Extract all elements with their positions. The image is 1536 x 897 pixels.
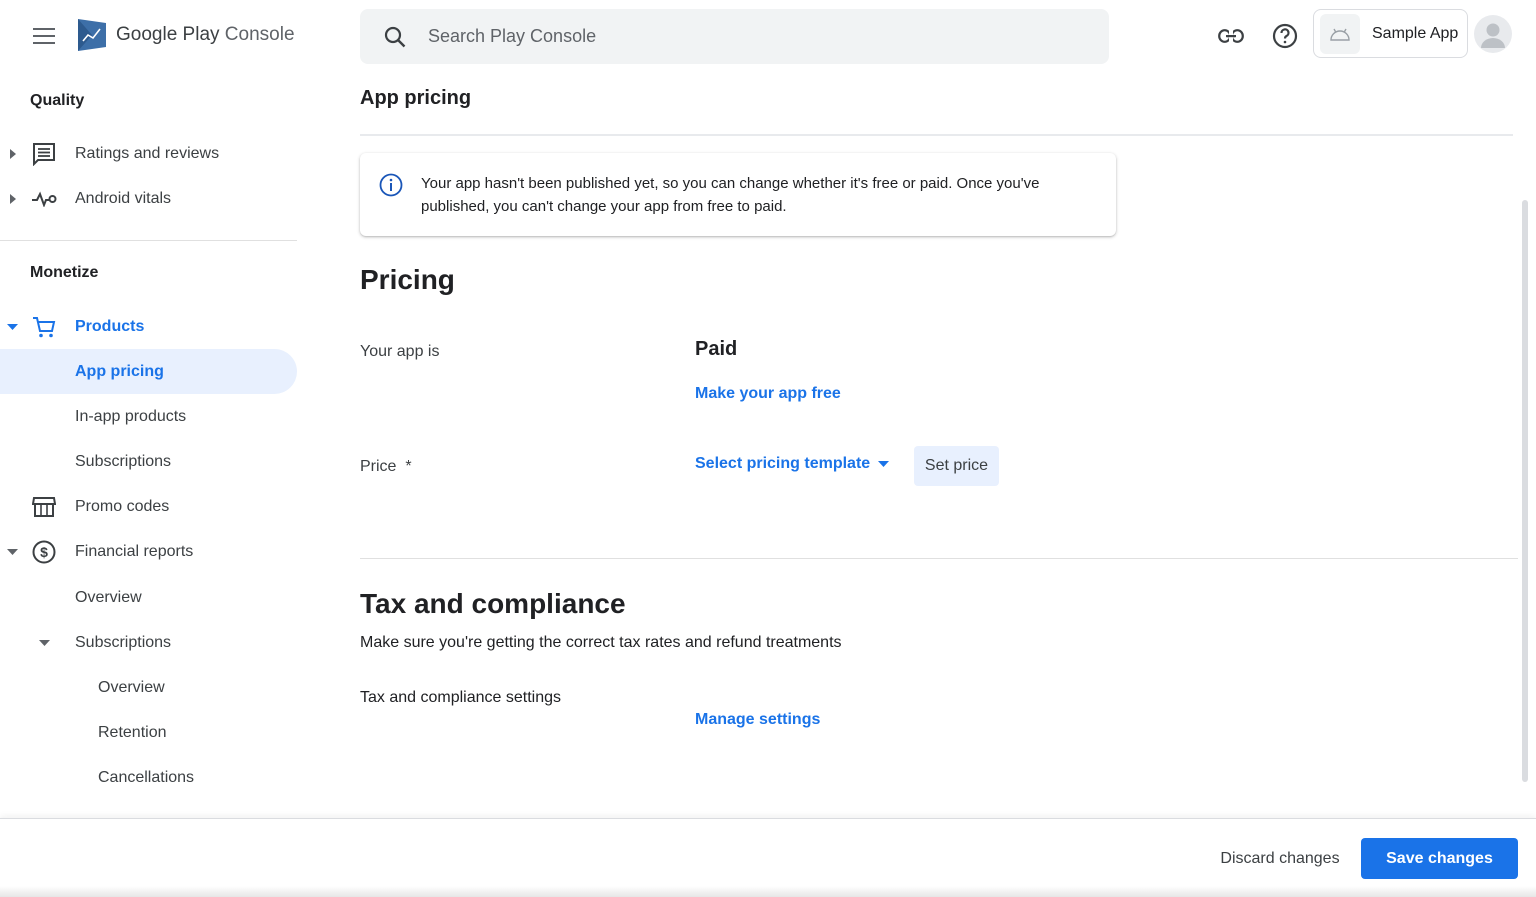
help-icon <box>1272 23 1298 49</box>
sidebar-item-label: Android vitals <box>75 189 172 207</box>
sidebar-item-overview[interactable]: Overview <box>0 575 297 620</box>
dropdown-arrow-icon <box>878 461 890 467</box>
link-icon <box>1218 29 1244 43</box>
set-price-button[interactable]: Set price <box>914 446 999 486</box>
save-changes-button[interactable]: Save changes <box>1361 838 1518 879</box>
pricing-template-label: Select pricing template <box>695 455 871 472</box>
expand-caret-icon <box>7 193 19 205</box>
help-button[interactable] <box>1269 20 1301 52</box>
sidebar-item-label: Overview <box>75 588 142 606</box>
sidebar-item-label: Products <box>75 317 145 335</box>
hamburger-icon <box>33 28 55 44</box>
sidebar-item-promo-codes[interactable]: Promo codes <box>0 484 297 529</box>
scrollbar-thumb[interactable] <box>1522 200 1528 782</box>
info-icon <box>379 173 403 197</box>
sidebar-section-quality: Quality <box>30 92 85 109</box>
title-divider <box>360 134 1513 136</box>
sidebar-item-retention[interactable]: Retention <box>0 710 297 755</box>
your-app-label: Your app is <box>360 343 440 360</box>
sidebar-item-subscriptions[interactable]: Subscriptions <box>0 439 297 484</box>
sidebar-item-subscriptions-overview[interactable]: Overview <box>0 665 297 710</box>
dollar-icon: $ <box>31 539 57 565</box>
sidebar-item-android-vitals[interactable]: Android vitals <box>0 176 297 221</box>
sidebar-item-label: Financial reports <box>75 542 194 560</box>
tax-compliance-description: Make sure you're getting the correct tax… <box>360 634 842 651</box>
sidebar-item-label: Ratings and reviews <box>75 144 220 162</box>
price-label: Price * <box>360 458 412 475</box>
collapse-caret-icon <box>6 321 18 333</box>
sidebar-section-monetize: Monetize <box>30 264 99 281</box>
tax-compliance-heading: Tax and compliance <box>360 588 626 619</box>
logo-text: Google Play Console <box>116 24 295 46</box>
store-icon <box>31 494 57 520</box>
sidebar-item-label: Subscriptions <box>75 452 172 470</box>
search-input[interactable] <box>428 26 1048 47</box>
account-avatar[interactable] <box>1474 15 1512 53</box>
sidebar-item-label: Cancellations <box>98 768 195 786</box>
app-thumbnail <box>1320 13 1360 54</box>
collapse-caret-icon <box>38 637 50 649</box>
logo-brand: Google Play <box>116 24 220 45</box>
sidebar-item-cancellations[interactable]: Cancellations <box>0 755 297 800</box>
sidebar-item-in-app-products[interactable]: In-app products <box>0 394 297 439</box>
app-selector[interactable]: Sample App <box>1313 9 1468 58</box>
collapse-caret-icon <box>6 546 18 558</box>
expand-caret-icon <box>7 148 19 160</box>
app-pricing-status: Paid <box>695 338 738 360</box>
window-bottom-edge <box>0 886 1536 897</box>
pricing-heading: Pricing <box>360 264 455 295</box>
sidebar-item-subscriptions-reports[interactable]: Subscriptions <box>0 620 297 665</box>
sidebar-item-financial-reports[interactable]: $ Financial reports <box>0 529 297 574</box>
sidebar-item-label: Promo codes <box>75 497 170 515</box>
person-icon <box>1481 23 1505 48</box>
sidebar-divider <box>0 240 297 241</box>
manage-settings-link[interactable]: Manage settings <box>695 711 820 729</box>
make-app-free-link[interactable]: Make your app free <box>695 385 841 403</box>
pricing-template-dropdown[interactable]: Select pricing template <box>695 455 890 473</box>
sidebar-item-products[interactable]: Products <box>0 304 297 349</box>
sidebar-item-ratings-and-reviews[interactable]: Ratings and reviews <box>0 131 297 176</box>
cart-icon <box>31 314 57 340</box>
sidebar-item-label: Retention <box>98 723 167 741</box>
svg-text:$: $ <box>40 544 48 560</box>
logo-product: Console <box>224 24 295 45</box>
menu-button[interactable] <box>22 22 66 50</box>
sidebar-item-label: App pricing <box>75 362 164 380</box>
info-message: Your app hasn't been published yet, so y… <box>421 175 1040 215</box>
app-name: Sample App <box>1372 24 1459 42</box>
sidebar-item-app-pricing[interactable]: App pricing <box>0 349 297 394</box>
android-icon <box>1330 28 1350 41</box>
search-icon <box>384 26 406 47</box>
tax-settings-label: Tax and compliance settings <box>360 689 561 706</box>
search-bar[interactable] <box>360 9 1109 64</box>
discard-changes-button[interactable]: Discard changes <box>1205 838 1355 879</box>
info-banner: Your app hasn't been published yet, so y… <box>360 153 1116 236</box>
play-console-logo-icon <box>78 19 106 51</box>
reviews-icon <box>31 141 57 167</box>
link-button[interactable] <box>1215 20 1247 52</box>
play-console-logo[interactable]: Google Play Console <box>76 17 295 53</box>
sidebar: Quality Ratings and reviews Android vita… <box>0 72 300 820</box>
vitals-icon <box>31 186 57 212</box>
sidebar-item-label: Subscriptions <box>75 633 172 651</box>
section-divider <box>360 558 1518 559</box>
sidebar-item-label: In-app products <box>75 407 187 425</box>
sidebar-item-label: Overview <box>98 678 165 696</box>
page-title: App pricing <box>360 87 472 109</box>
